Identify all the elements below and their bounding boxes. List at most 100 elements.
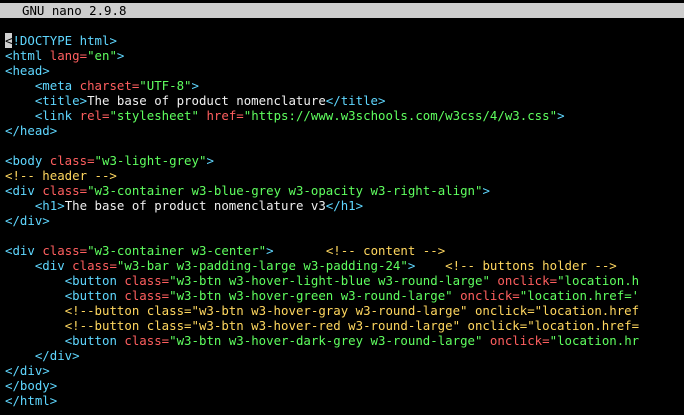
code-line[interactable]: <button class="w3-btn w3-hover-green w3-… [5,288,684,303]
code-token: <h1> [34,198,65,213]
code-token: charset= [79,78,140,93]
code-line[interactable]: <div class="w3-container w3-blue-grey w3… [5,183,684,198]
code-token: <!-- buttons holder --> [445,258,617,273]
code-token: > [482,183,490,198]
code-line[interactable]: <!DOCTYPE html> [5,33,684,48]
code-line[interactable]: <button class="w3-btn w3-hover-light-blu… [5,273,684,288]
code-token: "stylesheet" [109,108,207,123]
app-title: GNU nano 2.9.8 [22,3,127,18]
code-line[interactable]: <!--button class="w3-btn w3-hover-gray w… [5,303,684,318]
code-token: "en" [87,48,117,63]
code-line[interactable]: <div class="w3-container w3-center"> <!-… [5,243,684,258]
code-token: <title> [34,93,88,108]
code-token: </html> [5,393,58,408]
code-token: "location.href=' [519,288,640,303]
code-token: "w3-light-grey" [94,153,207,168]
code-line[interactable]: <meta charset="UTF-8"> [5,78,684,93]
code-line[interactable]: </div> [5,363,684,378]
code-token: class= [124,273,170,288]
code-token: lang= [49,48,88,63]
code-token: class= [49,153,95,168]
code-token: <button [64,288,125,303]
code-line[interactable]: <title>The base of product nomenclature<… [5,93,684,108]
editor-buffer[interactable]: <!DOCTYPE html> <html lang="en"> <head> <m… [5,33,684,408]
code-token: <div [5,183,43,198]
code-token: "location.hr [549,333,640,348]
code-token: onclick= [460,288,520,303]
code-token: </div> [34,348,80,363]
code-token: <div [5,243,43,258]
code-token: </div> [5,363,50,378]
code-line[interactable]: </div> [5,348,684,363]
code-token: "UTF-8" [139,78,192,93]
code-token: class= [72,258,117,273]
code-token: <head> [5,63,50,78]
code-token: onclick= [497,273,558,288]
code-token: class= [124,333,170,348]
code-line[interactable]: <body class="w3-light-grey"> [5,153,684,168]
code-token: <!--button class="w3-btn w3-hover-gray w… [64,303,640,318]
code-line[interactable]: </html> [5,393,684,408]
code-token: The base of product nomenclature v3 [64,198,326,213]
code-token: </h1> [325,198,364,213]
code-token: onclick= [489,333,550,348]
code-line[interactable] [5,138,684,153]
nano-title-bar: GNU nano 2.9.8 [0,3,684,18]
code-token: class= [124,288,170,303]
code-token: <link [34,108,80,123]
code-line[interactable]: <!--button class="w3-btn w3-hover-red w3… [5,318,684,333]
code-token: </div> [5,213,50,228]
code-token: > [557,108,565,123]
code-token: <!-- content --> [325,243,446,258]
terminal-window[interactable]: GNU nano 2.9.8 <!DOCTYPE html> <html lang… [0,0,684,415]
code-token: > [116,48,125,63]
code-token: !DOCTYPE html> [12,33,117,48]
code-line[interactable]: <h1>The base of product nomenclature v3<… [5,198,684,213]
code-token: </title> [325,93,386,108]
code-token: "w3-container w3-center" [87,243,267,258]
code-token: <html [5,48,50,63]
code-token: "w3-bar w3-padding-large w3-padding-24" [116,258,408,273]
code-token: "https://www.w3schools.com/w3css/4/w3.cs… [243,108,558,123]
code-line[interactable]: </head> [5,123,684,138]
code-token: rel= [79,108,110,123]
code-token: </body> [5,378,58,393]
code-token: </head> [5,123,58,138]
code-token: <!--button class="w3-btn w3-hover-red w3… [64,318,640,333]
code-token: > [266,243,274,258]
code-token: > [206,153,214,168]
code-token: "location.h [557,273,640,288]
code-token: "w3-btn w3-hover-light-blue w3-round-lar… [169,273,498,288]
code-line[interactable]: <head> [5,63,684,78]
code-line[interactable] [5,228,684,243]
code-token: The base of product nomenclature [87,93,326,108]
code-token: "w3-btn w3-hover-green w3-round-large" [169,288,461,303]
code-token: class= [42,243,88,258]
code-token: class= [42,183,88,198]
code-token: <button [64,333,125,348]
code-line[interactable]: </body> [5,378,684,393]
code-token: "w3-container w3-blue-grey w3-opacity w3… [87,183,483,198]
code-line[interactable]: </div> [5,213,684,228]
code-line[interactable]: <div class="w3-bar w3-padding-large w3-p… [5,258,684,273]
code-line[interactable]: <link rel="stylesheet" href="https://www… [5,108,684,123]
code-line[interactable]: <!-- header --> [5,168,684,183]
code-line[interactable]: <button class="w3-btn w3-hover-dark-grey… [5,333,684,348]
code-token: href= [206,108,244,123]
code-line[interactable]: <html lang="en"> [5,48,684,63]
code-token: <body [5,153,50,168]
code-token: <meta [34,78,80,93]
